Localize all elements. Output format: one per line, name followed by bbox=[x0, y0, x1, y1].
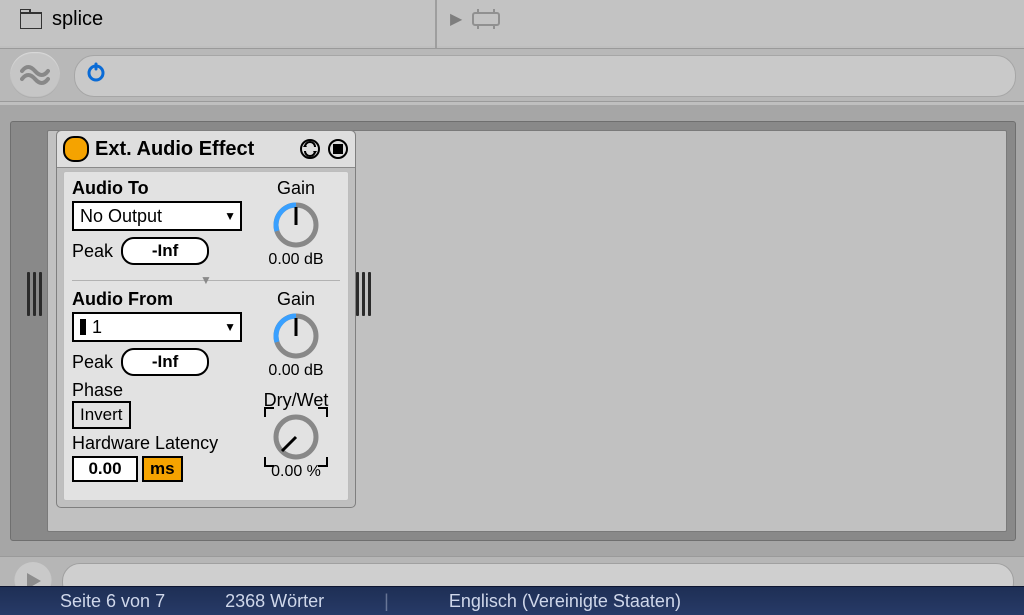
device-view: Ext. Audio Effect Audio To No Output ▼ bbox=[0, 105, 1024, 557]
gain-from-readout: 0.00 dB bbox=[252, 362, 340, 380]
gain-from-knob[interactable] bbox=[270, 310, 322, 362]
latency-label: Hardware Latency bbox=[72, 433, 242, 454]
browser-divider bbox=[435, 0, 437, 48]
device-body: Audio To No Output ▼ Peak -Inf Gain bbox=[63, 171, 349, 501]
audio-effect-device-icon bbox=[472, 9, 500, 29]
browser-right-list: ▶ Gated Delay ▶ bbox=[450, 0, 1010, 34]
device-chain-grab-handle-right[interactable] bbox=[356, 272, 372, 316]
audio-to-label: Audio To bbox=[72, 178, 242, 199]
device-chain: Ext. Audio Effect Audio To No Output ▼ bbox=[10, 121, 1016, 541]
section-divider: ▼ bbox=[72, 273, 340, 287]
input-meter-icon bbox=[80, 319, 86, 335]
gain-from-label: Gain bbox=[252, 289, 340, 310]
phase-invert-button[interactable]: Invert bbox=[72, 401, 131, 429]
browser-item-splice[interactable]: splice bbox=[20, 4, 430, 34]
search-icon bbox=[85, 62, 109, 91]
browser-item-label: Aktuelles Projekt bbox=[52, 0, 201, 1]
browser-item-label: splice bbox=[52, 8, 103, 31]
peak-from-display[interactable]: -Inf bbox=[121, 348, 209, 376]
background-app-status-bar: Seite 6 von 7 2368 Wörter | Englisch (Ve… bbox=[0, 586, 1024, 615]
audio-to-value: No Output bbox=[80, 206, 162, 227]
footer-word-count: 2368 Wörter bbox=[225, 591, 324, 612]
latency-unit-toggle[interactable]: ms bbox=[142, 456, 183, 482]
groove-pool-toggle[interactable] bbox=[10, 52, 60, 98]
wave-icon bbox=[20, 63, 50, 87]
dry-wet-knob[interactable] bbox=[270, 411, 322, 463]
browser-item-label: Gated Delay bbox=[510, 0, 626, 1]
device-title: Ext. Audio Effect bbox=[95, 138, 293, 161]
ext-audio-effect-device: Ext. Audio Effect Audio To No Output ▼ bbox=[56, 130, 356, 508]
gain-to-knob[interactable] bbox=[270, 199, 322, 251]
peak-to-label: Peak bbox=[72, 241, 113, 262]
chevron-down-icon: ▼ bbox=[224, 209, 236, 223]
latency-value-input[interactable]: 0.00 bbox=[72, 456, 138, 482]
browser-panel: Aktuelles Projekt splice ▶ Gated Delay ▶ bbox=[0, 0, 1024, 46]
map-bracket-icon bbox=[318, 407, 328, 417]
browser-item-cut-off[interactable]: ▶ bbox=[450, 4, 1010, 34]
device-chain-grab-handle-left[interactable] bbox=[27, 272, 43, 316]
audio-to-dropdown[interactable]: No Output ▼ bbox=[72, 201, 242, 231]
map-bracket-icon bbox=[264, 457, 274, 467]
map-bracket-icon bbox=[318, 457, 328, 467]
peak-to-display[interactable]: -Inf bbox=[121, 237, 209, 265]
phase-label: Phase bbox=[72, 380, 242, 401]
audio-to-block: Audio To No Output ▼ Peak -Inf Gain bbox=[72, 178, 340, 269]
audio-from-label: Audio From bbox=[72, 289, 242, 310]
search-row bbox=[0, 48, 1024, 102]
audio-from-value: 1 bbox=[92, 317, 102, 338]
save-preset-icon[interactable] bbox=[327, 138, 349, 160]
chevron-down-icon: ▼ bbox=[200, 273, 212, 287]
search-input[interactable] bbox=[117, 60, 967, 92]
disclosure-triangle-icon[interactable]: ▶ bbox=[450, 9, 462, 29]
search-field-container bbox=[74, 55, 1016, 97]
audio-from-dropdown[interactable]: 1 ▼ bbox=[72, 312, 242, 342]
footer-separator: | bbox=[384, 591, 389, 612]
map-bracket-icon bbox=[264, 407, 274, 417]
folder-icon bbox=[20, 9, 42, 29]
gain-to-label: Gain bbox=[252, 178, 340, 199]
gain-to-readout: 0.00 dB bbox=[252, 251, 340, 269]
peak-from-label: Peak bbox=[72, 352, 113, 373]
browser-left-list: Aktuelles Projekt splice bbox=[20, 0, 430, 34]
chevron-down-icon: ▼ bbox=[224, 320, 236, 334]
footer-page-count: Seite 6 von 7 bbox=[60, 591, 165, 612]
device-title-bar[interactable]: Ext. Audio Effect bbox=[57, 131, 355, 168]
footer-language: Englisch (Vereinigte Staaten) bbox=[449, 591, 681, 612]
audio-from-block: Audio From 1 ▼ Peak -Inf bbox=[72, 289, 340, 482]
hot-swap-icon[interactable] bbox=[299, 138, 321, 160]
device-activator-button[interactable] bbox=[63, 136, 89, 162]
